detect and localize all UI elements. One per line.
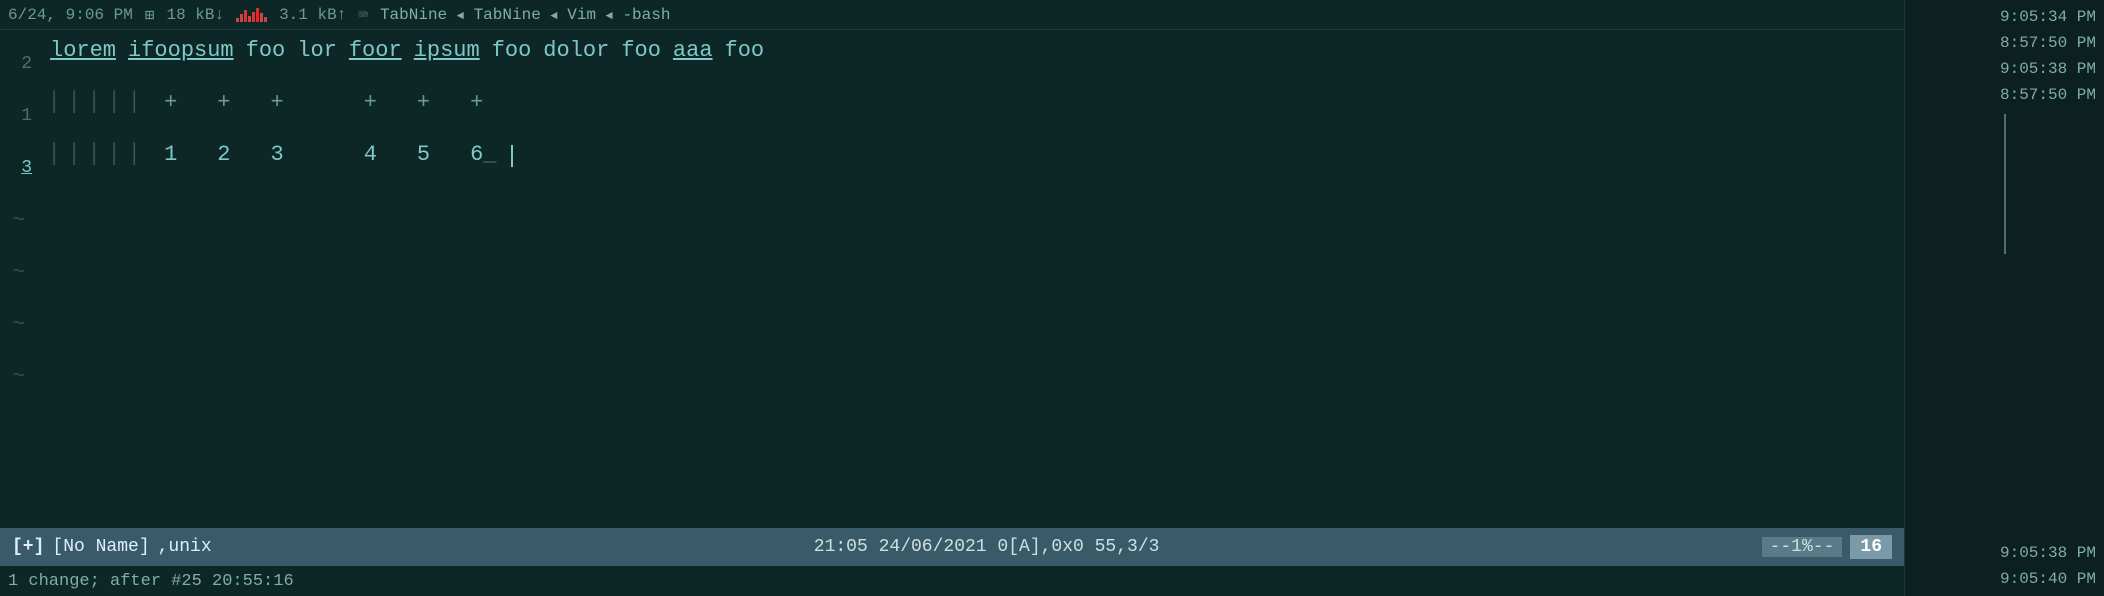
sidebar-time-3: 9:05:38 PM [2000,58,2096,80]
tilde-line-2: ~ [0,246,1904,298]
div-4: │ [104,91,124,114]
tabnine-icon: ⌨ [358,5,368,25]
word-ipsum: ipsum [408,38,486,63]
num-3: 3 [250,142,303,167]
word-aaa: aaa [667,38,719,63]
plus-2: + [197,90,250,115]
plus-5: + [397,90,450,115]
cmdline: 1 change; after #25 20:55:16 [0,566,1904,596]
tilde-3: ~ [4,312,25,337]
div-5: │ [124,91,144,114]
statusline-center: 21:05 24/06/2021 0[A],0x0 55,3/3 [220,537,1754,557]
line-number-2: 2 [4,54,44,74]
statusline-format: ,unix [158,537,212,557]
word-dolor: dolor [537,38,615,63]
main-area: 6/24, 9:06 PM ⊞ 18 kB↓ 3.1 kB↑ ⌨ TabNine… [0,0,1904,596]
tilde-2: ~ [4,260,25,285]
word-lorem: lorem [44,38,122,63]
word-foo-3: foo [615,38,667,63]
div-2: │ [64,91,84,114]
word-foor: foor [343,38,408,63]
num-2: 2 [197,142,250,167]
sidebar-time-2: 8:57:50 PM [2000,32,2096,54]
tilde-4: ~ [4,364,25,389]
div2-3: │ [84,143,104,166]
div2-4: │ [104,143,124,166]
plus-4: + [304,90,397,115]
plus-3: + [250,90,303,115]
status-net-down: 18 kB↓ [166,6,224,24]
sidebar-scrollbar[interactable] [2004,114,2006,254]
line-number-3: 3 [4,158,44,178]
tilde-line-3: ~ [0,298,1904,350]
tilde-line-1: ~ [0,194,1904,246]
num-1: 1 [144,142,197,167]
cmdline-text: 1 change; after #25 20:55:16 [8,572,294,591]
statusline-col: 16 [1850,535,1892,559]
editor-content: 2 lorem ifoopsum foo lor foor ipsum foo … [0,30,1904,528]
div2-2: │ [64,143,84,166]
num-6: 6_ [450,142,516,167]
statusline-percent: --1%-- [1762,537,1843,557]
line-3-content: │ │ │ │ │ 1 2 3 4 5 6_ [44,142,1904,167]
status-bar-top: 6/24, 9:06 PM ⊞ 18 kB↓ 3.1 kB↑ ⌨ TabNine… [0,0,1904,30]
statusline-right: --1%-- 16 [1762,535,1892,559]
editor-line-1: 1 │ │ │ │ │ + + + + + + [0,90,1904,142]
div2-5: │ [124,143,144,166]
sparkline [236,8,267,22]
status-clock: 6/24, 9:06 PM [8,6,133,24]
sidebar-time-6: 9:05:40 PM [2000,568,2096,590]
statusline-left: [+] [No Name] ,unix [12,537,212,557]
status-tabnine: TabNine ◄ TabNine ◄ Vim ◄ -bash [380,6,671,24]
statusline-info: 21:05 24/06/2021 0[A],0x0 55,3/3 [814,537,1160,557]
line-1-content: │ │ │ │ │ + + + + + + [44,90,1904,115]
sidebar-time-5: 9:05:38 PM [2000,542,2096,564]
plus-1: + [144,90,197,115]
plus-6: + [450,90,503,115]
num-5: 5 [397,142,450,167]
div-1: │ [44,91,64,114]
tilde-1: ~ [4,208,25,233]
editor-line-2: 2 lorem ifoopsum foo lor foor ipsum foo … [0,38,1904,90]
statusline-name: [No Name] [52,537,149,557]
word-foo-1: foo [240,38,292,63]
status-net-icon: ⊞ [145,5,155,25]
div2-1: │ [44,143,64,166]
status-net-up: 3.1 kB↑ [279,6,346,24]
statusline: [+] [No Name] ,unix 21:05 24/06/2021 0[A… [0,528,1904,566]
word-foo-4: foo [719,38,771,63]
sidebar-time-1: 9:05:34 PM [2000,6,2096,28]
line-2-content: lorem ifoopsum foo lor foor ipsum foo do… [44,38,1904,63]
editor-line-3: 3 │ │ │ │ │ 1 2 3 4 5 6_ [0,142,1904,194]
word-lor: lor [291,38,343,63]
tilde-line-4: ~ [0,350,1904,402]
word-ifoopsum: ifoopsum [122,38,240,63]
statusline-flag: [+] [12,537,44,557]
sidebar: 9:05:34 PM 8:57:50 PM 9:05:38 PM 8:57:50… [1904,0,2104,596]
line-number-1: 1 [4,106,44,126]
word-foo-2: foo [486,38,538,63]
div-3: │ [84,91,104,114]
sidebar-time-4: 8:57:50 PM [2000,84,2096,106]
num-4: 4 [304,142,397,167]
